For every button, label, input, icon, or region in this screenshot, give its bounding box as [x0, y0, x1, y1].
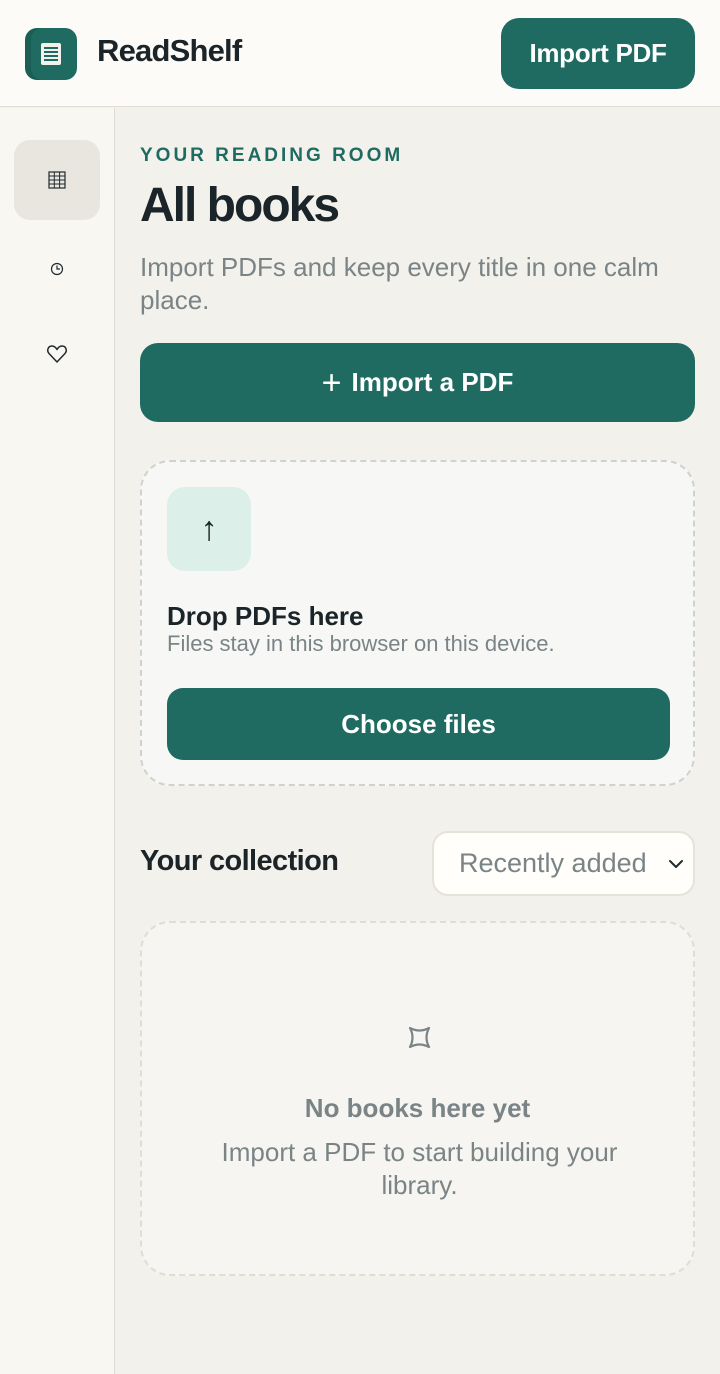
heart-icon	[47, 345, 67, 363]
sidebar-item-recent[interactable]	[14, 229, 100, 309]
book-icon	[25, 28, 77, 80]
app-header: ReadShelf Import PDF	[0, 0, 720, 107]
dropzone-title: Drop PDFs here	[167, 601, 364, 631]
sidebar-item-favorites[interactable]	[14, 314, 100, 394]
empty-state-title: No books here yet	[304, 1093, 531, 1123]
clock-icon	[50, 262, 64, 276]
sidebar	[0, 108, 115, 1374]
chevron-down-icon	[669, 860, 683, 868]
dropzone-subtitle: Files stay in this browser on this devic…	[167, 631, 555, 656]
collection-title: Your collection	[140, 845, 339, 877]
eyebrow-label: YOUR READING ROOM	[140, 145, 404, 166]
empty-shelf-icon	[408, 1026, 431, 1049]
app-title: ReadShelf	[97, 33, 242, 68]
sidebar-item-library[interactable]	[14, 140, 100, 220]
grid-icon	[48, 171, 66, 189]
import-a-pdf-button[interactable]: + Import a PDF	[140, 343, 695, 422]
page-title: All books	[140, 179, 340, 232]
plus-icon: +	[321, 363, 342, 402]
page-subtitle: Import PDFs and keep every title in one …	[140, 252, 659, 315]
upload-arrow-icon: ↑	[167, 487, 251, 571]
sort-selected-value: Recently added	[459, 848, 647, 878]
empty-state-card: No books here yet Import a PDF to start …	[140, 921, 695, 1276]
import-a-pdf-label: Import a PDF	[351, 367, 514, 397]
pdf-dropzone[interactable]: ↑ Drop PDFs here Files stay in this brow…	[140, 460, 695, 786]
sort-select[interactable]: Recently added	[432, 831, 695, 896]
empty-state-subtitle: Import a PDF to start building your libr…	[221, 1137, 618, 1200]
import-pdf-button[interactable]: Import PDF	[501, 18, 695, 89]
choose-files-button[interactable]: Choose files	[167, 688, 670, 760]
